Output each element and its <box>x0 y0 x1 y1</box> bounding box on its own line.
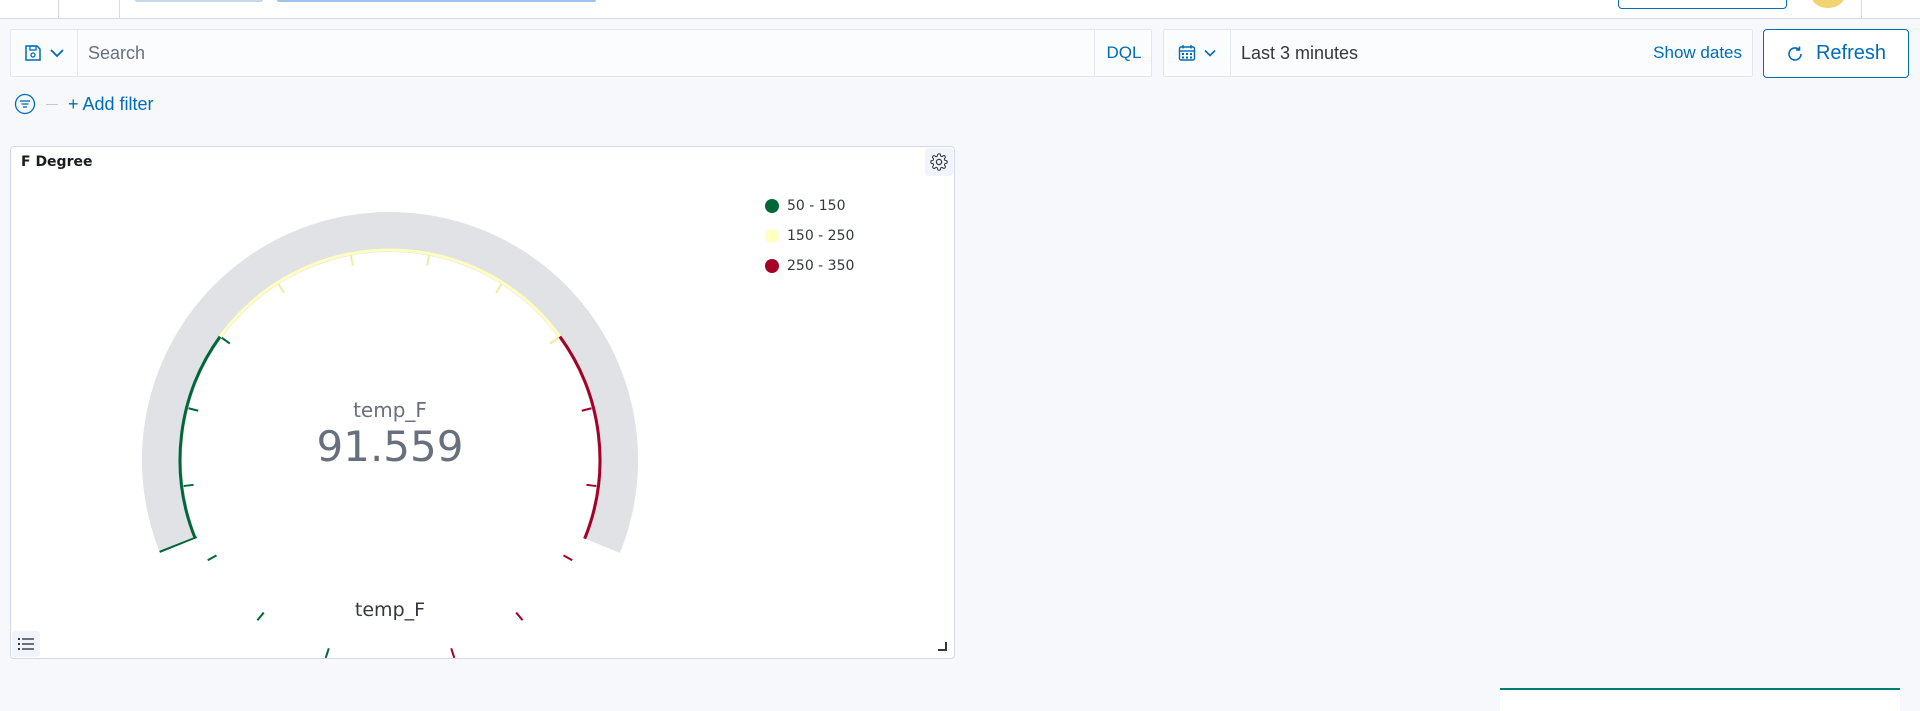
gauge-metric-value: 91.559 <box>317 422 464 471</box>
date-picker: Last 3 minutes Show dates <box>1163 29 1753 77</box>
gauge-tick <box>581 407 592 412</box>
avatar[interactable] <box>1811 0 1845 8</box>
gauge-tick <box>450 648 456 658</box>
legend-swatch <box>765 229 779 243</box>
search-input[interactable] <box>78 30 1102 76</box>
save-icon <box>25 45 41 61</box>
calendar-icon <box>1178 45 1196 61</box>
header-action-button[interactable] <box>1618 0 1787 9</box>
list-icon <box>18 638 34 650</box>
saved-query-menu-button[interactable] <box>11 30 78 76</box>
show-dates-link[interactable]: Show dates <box>1653 30 1742 76</box>
gauge-tick <box>586 483 597 488</box>
legend-item[interactable]: 150 - 250 <box>765 221 854 251</box>
legend-label: 250 - 350 <box>787 258 855 274</box>
nav-divider <box>119 0 120 18</box>
breadcrumb-parent[interactable] <box>135 0 263 2</box>
gauge-tick <box>350 255 354 266</box>
gauge-tick <box>207 554 217 562</box>
legend-item[interactable]: 50 - 150 <box>765 191 854 221</box>
gauge-tick <box>256 611 265 621</box>
legend-swatch <box>765 199 779 213</box>
legend-swatch <box>765 259 779 273</box>
gauge-tick <box>277 283 285 294</box>
filter-bar: + Add filter <box>14 92 154 116</box>
filter-icon <box>14 93 36 115</box>
gauge-metric-label: temp_F <box>353 398 427 422</box>
chevron-down-icon <box>1204 49 1216 57</box>
date-range-text[interactable]: Last 3 minutes <box>1241 30 1358 76</box>
gauge-tick <box>188 407 199 412</box>
panel-resize-handle[interactable] <box>938 642 947 651</box>
gauge-tick <box>183 483 194 488</box>
refresh-label: Refresh <box>1815 42 1887 64</box>
gauge-track <box>141 211 639 553</box>
legend: 50 - 150 150 - 250 250 - 350 <box>765 191 854 281</box>
refresh-button[interactable]: Refresh <box>1763 29 1909 78</box>
gauge-axis-label: temp_F <box>355 599 425 621</box>
quick-menu-button[interactable] <box>1164 30 1231 76</box>
gauge-panel: F Degree temp_F 91.559 temp_F 50 - 150 1… <box>10 146 955 659</box>
legend-label: 50 - 150 <box>787 198 846 214</box>
gauge-tick <box>221 336 231 345</box>
chevron-down-icon <box>50 49 64 58</box>
gauge-tick <box>563 554 573 562</box>
query-bar: DQL <box>10 29 1152 77</box>
gauge-tick <box>549 336 559 345</box>
add-filter-button[interactable]: + Add filter <box>68 94 154 115</box>
legend-label: 150 - 250 <box>787 228 855 244</box>
refresh-icon <box>1788 46 1802 61</box>
toast-container <box>1500 688 1900 711</box>
gauge-tick <box>426 255 430 266</box>
gauge-tick <box>515 611 524 621</box>
filter-divider <box>46 103 58 105</box>
filter-options-button[interactable] <box>14 93 36 115</box>
gauge-tick <box>324 648 330 658</box>
gauge-tick <box>495 283 503 294</box>
breadcrumb-current[interactable] <box>277 0 596 2</box>
nav-divider <box>1861 0 1862 18</box>
nav-divider <box>58 0 59 18</box>
top-nav <box>0 0 1920 19</box>
legend-item[interactable]: 250 - 350 <box>765 251 854 281</box>
legend-toggle-button[interactable] <box>12 631 40 657</box>
query-language-toggle[interactable]: DQL <box>1094 30 1153 76</box>
